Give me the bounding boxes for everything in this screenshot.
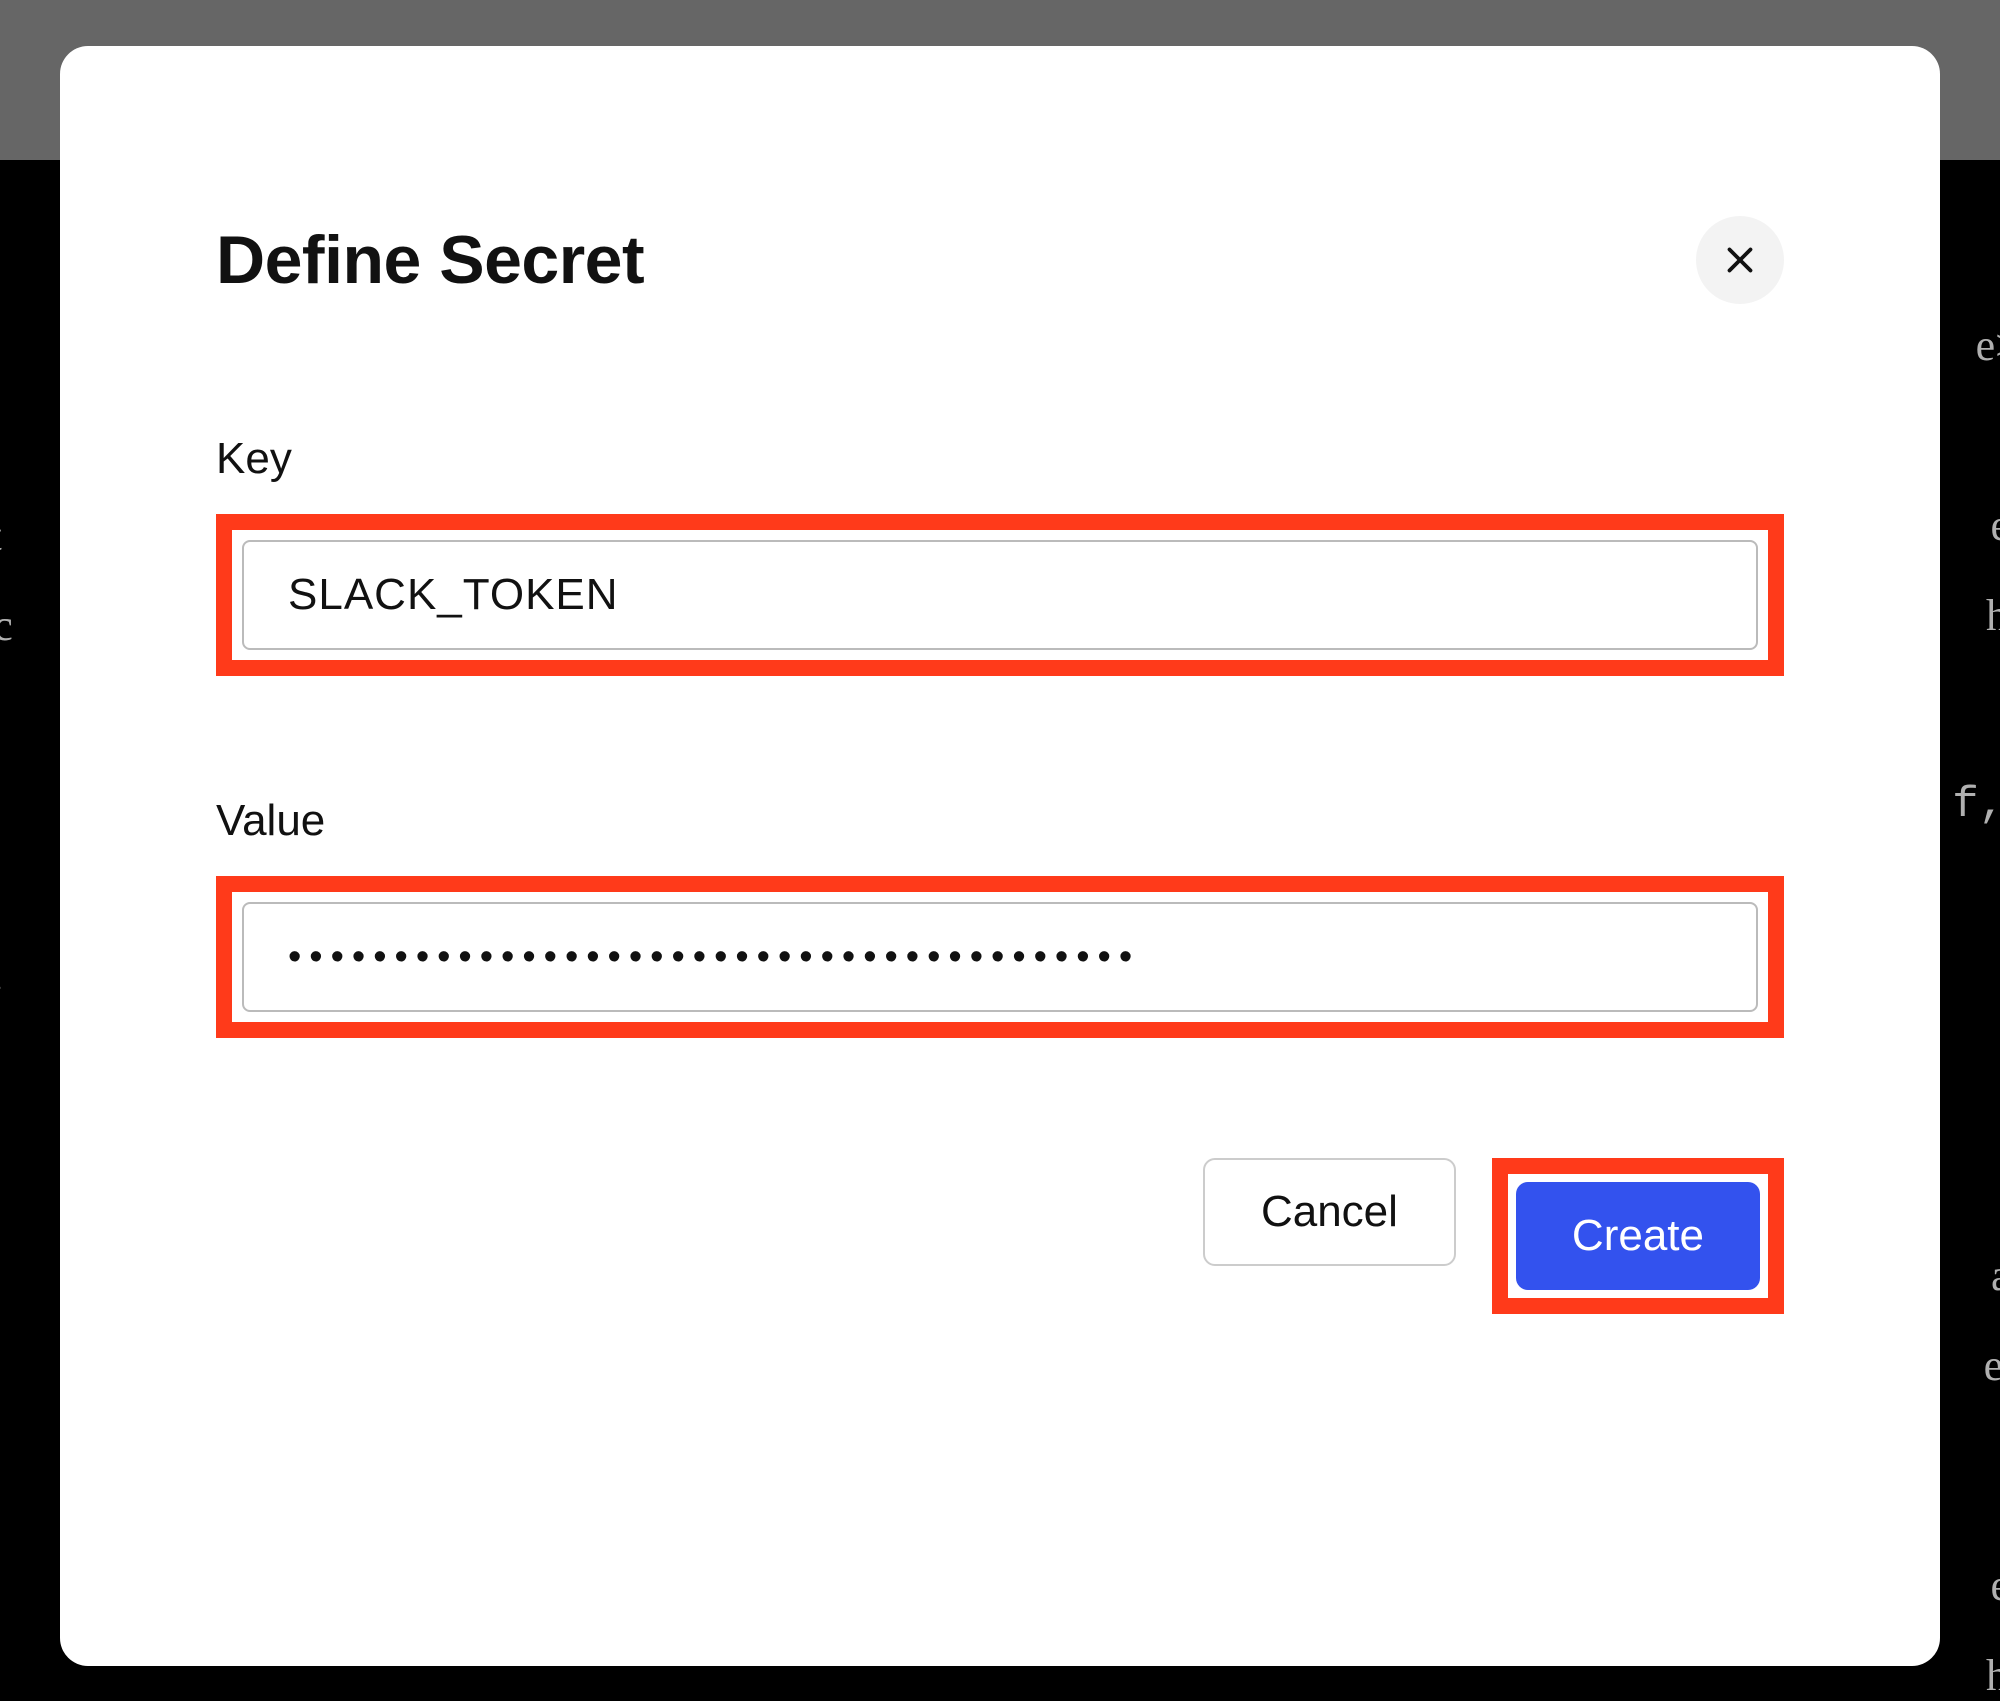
value-label: Value (216, 796, 1784, 846)
create-highlight: Create (1492, 1158, 1784, 1314)
value-field-group: Value (216, 796, 1784, 1038)
key-highlight (216, 514, 1784, 676)
close-button[interactable] (1696, 216, 1784, 304)
backdrop-text: t c (0, 600, 13, 651)
key-field-group: Key (216, 434, 1784, 676)
backdrop-text: e> (1976, 320, 2000, 371)
backdrop-text: ac (1991, 1250, 2000, 1301)
backdrop-text: et (0, 510, 2, 561)
close-icon (1722, 242, 1758, 278)
backdrop-text: ho (1986, 590, 2000, 641)
backdrop-text: e (1990, 1560, 2000, 1611)
cancel-button[interactable]: Cancel (1203, 1158, 1456, 1266)
define-secret-modal: Define Secret Key Value Cancel Create (60, 46, 1940, 1666)
modal-title: Define Secret (216, 221, 644, 299)
key-label: Key (216, 434, 1784, 484)
value-input[interactable] (242, 902, 1758, 1012)
backdrop-text: f, (1952, 780, 2000, 830)
key-input[interactable] (242, 540, 1758, 650)
modal-footer: Cancel Create (216, 1158, 1784, 1314)
backdrop-text: e (1990, 500, 2000, 551)
create-button[interactable]: Create (1516, 1182, 1760, 1290)
modal-header: Define Secret (216, 216, 1784, 304)
backdrop-text: t. (0, 950, 3, 1001)
value-highlight (216, 876, 1784, 1038)
backdrop-text: ho (1986, 1650, 2000, 1701)
backdrop-text: ert (1984, 1340, 2000, 1391)
